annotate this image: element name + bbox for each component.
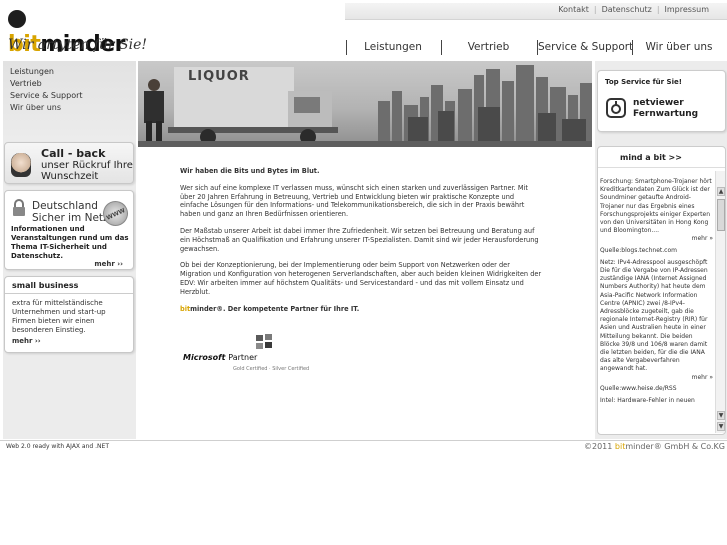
top-service-title: Top Service für Sie! [605,78,682,86]
deutschland-more-link[interactable]: mehr ›› [94,260,123,268]
mind-a-bit-link[interactable]: mind a bit >> [620,153,682,162]
footer-divider [0,440,727,441]
callback-title: Call - back [41,147,106,160]
remote-support-icon [606,98,626,118]
content-paragraph: Wer sich auf eine komplexe IT verlassen … [180,183,528,219]
kontakt-link[interactable]: Kontakt [558,5,589,14]
sidebar-item-vertrieb[interactable]: Vertrieb [10,79,42,88]
news-more-link[interactable]: mehr » [600,374,713,382]
scroll-down-icon[interactable]: ▼ [717,411,725,420]
news-item: Intel: Hardware-Fehler in neuen [600,397,713,405]
callback-box[interactable]: Call - back unser Rückruf Ihre Wunschzei… [4,142,134,184]
top-utility-bar: Kontakt | Datenschutz | Impressum [345,3,727,20]
content-paragraph: Ob bei der Konzeptionierung, bei der Imp… [180,261,542,296]
scroll-end-icon[interactable]: ▼ [717,422,725,431]
news-item: Forschung: Smartphone-Trojaner hört Kred… [600,178,713,255]
nav-vertrieb[interactable]: Vertrieb [441,40,535,55]
divider [5,293,133,294]
utility-links: Kontakt | Datenschutz | Impressum [558,5,709,14]
news-source: Quelle:www.heise.de/RSS [600,384,677,392]
microsoft-partner-subtext: Gold Certified · Silver Certified [233,366,310,372]
lock-icon [13,199,25,216]
footer-tech-note: Web 2.0 ready with AJAX and .NET [6,443,109,450]
microsoft-partner-logo[interactable]: Microsoft Partner Gold Certified · Silve… [183,333,323,377]
hero-image: LIQUOR [138,61,592,147]
divider [598,167,725,168]
sidebar-item-service-support[interactable]: Service & Support [10,91,83,100]
callback-subtitle: unser Rückruf Ihre Wunschzeit [41,160,133,182]
content-lead: Wir haben die Bits und Bytes im Blut. [180,167,320,175]
main-content: Wir haben die Bits und Bytes im Blut. We… [180,167,542,321]
truck-sign: LIQUOR [188,69,250,84]
small-business-more-link[interactable]: mehr ›› [12,337,41,345]
company-logo[interactable]: bitminder Wir artyten für Sie! [8,5,147,57]
news-item: Netz: IPv4-Adresspool ausgeschöpft Die f… [600,259,713,393]
top-service-box[interactable]: Top Service für Sie! netviewer Fernwartu… [597,70,726,132]
person-avatar-icon [11,153,31,177]
logo-tagline: Wir artyten für Sie! [8,37,148,53]
small-business-text: extra für mittelständische Unternehmen u… [12,299,106,334]
nav-wir-ueber-uns[interactable]: Wir über uns [632,40,725,55]
news-text: Intel: Hardware-Fehler in neuen [600,397,695,405]
datenschutz-link[interactable]: Datenschutz [602,5,652,14]
logo-circle-icon [8,10,26,28]
separator: | [656,5,660,14]
separator: | [593,5,597,14]
news-more-link[interactable]: mehr » [600,235,713,243]
scroll-up-icon[interactable]: ▲ [717,187,725,196]
netviewer-label: netviewer Fernwartung [633,98,699,119]
news-text: Forschung: Smartphone-Trojaner hört Kred… [600,178,712,235]
news-feed: Forschung: Smartphone-Trojaner hört Kred… [600,178,713,434]
microsoft-partner-text: Microsoft Partner [183,353,258,362]
small-business-title: small business [12,281,79,290]
content-paragraph: Der Maßstab unserer Arbeit ist dabei imm… [180,226,539,253]
small-business-box: small business extra für mittelständisch… [4,276,134,353]
microsoft-flag-icon [256,334,272,349]
news-source: Quelle:blogs.technet.com [600,246,677,254]
deutschland-sicher-box: Deutschland Sicher im Netz WWW Informati… [4,190,134,270]
impressum-link[interactable]: Impressum [665,5,709,14]
scroll-thumb[interactable] [717,199,725,231]
sidebar-item-wir-ueber-uns[interactable]: Wir über uns [10,103,61,112]
sidebar-item-leistungen[interactable]: Leistungen [10,67,54,76]
news-scrollbar[interactable]: ▲ ▼ ▼ [715,171,725,433]
news-text: Netz: IPv4-Adresspool ausgeschöpft Die f… [600,258,708,373]
deutschland-text: Informationen und Veranstaltungen rund u… [11,225,129,260]
competent-partner-line: bitminder®. Der kompetente Partner für I… [180,304,360,313]
nav-leistungen[interactable]: Leistungen [346,40,439,55]
main-navigation: Leistungen Vertrieb Service & Support Wi… [345,40,727,56]
mind-a-bit-news-box: mind a bit >> Forschung: Smartphone-Troj… [597,146,726,435]
footer-copyright: ©2011 bitminder® GmbH & Co.KG [584,442,725,451]
nav-service-support[interactable]: Service & Support [537,40,633,55]
